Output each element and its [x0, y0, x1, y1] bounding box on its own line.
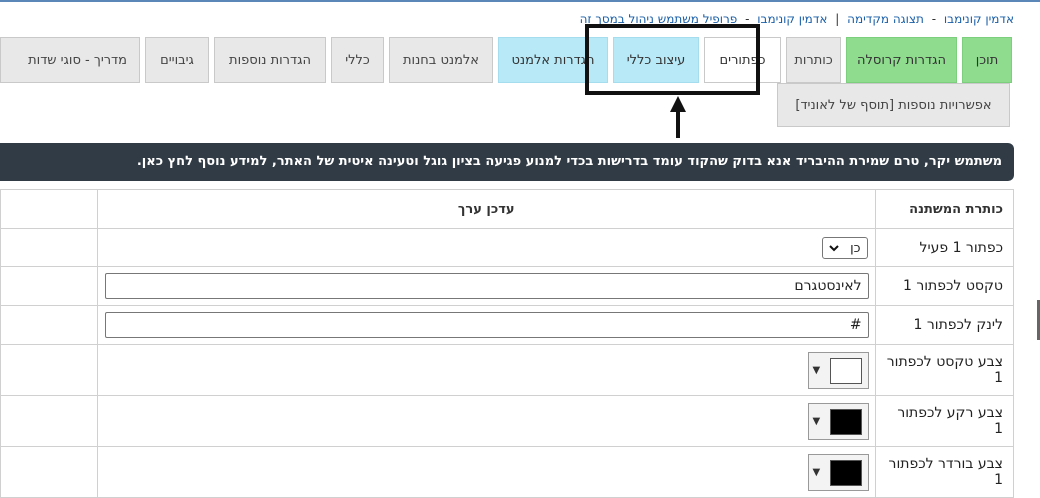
- row-value-cell: כן: [96, 228, 876, 267]
- color-swatch: [829, 459, 862, 486]
- settings-table: כותרת המשתנה עדכן ערך כפתור 1 פעיל כן טק…: [0, 189, 1015, 498]
- dropdown-arrow-icon: ▼: [812, 467, 821, 478]
- tab-label: הגדרות נוספות: [229, 52, 311, 68]
- tab-titles[interactable]: כותרות: [786, 37, 841, 83]
- color-swatch: [829, 408, 862, 435]
- tab-label: הגדרות קרוסלה: [857, 52, 946, 68]
- highlight-annotation-box: [585, 24, 760, 95]
- row-extra-cell: [0, 305, 98, 345]
- tab-label: מדריך - סוגי שדות: [28, 52, 127, 68]
- breadcrumb-link-preview[interactable]: תצוגה מקדימה: [847, 12, 924, 26]
- border-color-picker[interactable]: ▼: [807, 454, 869, 491]
- breadcrumb-separator: |: [835, 12, 840, 26]
- breadcrumb-link-admin-2[interactable]: אדמין קונימבו: [757, 12, 827, 26]
- row-value-cell: ▼: [96, 344, 876, 396]
- table-row: כפתור 1 פעיל כן: [0, 228, 1015, 267]
- tab-label: גיבויים: [160, 52, 194, 68]
- column-header-value: עדכן ערך: [96, 189, 876, 229]
- row-label: טקסט לכפתור 1: [874, 266, 1015, 306]
- top-border: [0, 0, 1040, 2]
- arrow-up-annotation-icon: [670, 96, 686, 138]
- column-header-variable: כותרת המשתנה: [874, 189, 1015, 229]
- tab-label: תוכן: [975, 52, 999, 68]
- tab-backups[interactable]: גיבויים: [145, 37, 209, 83]
- active-select[interactable]: כן: [821, 237, 868, 259]
- tab-additional-settings[interactable]: הגדרות נוספות: [214, 37, 326, 83]
- tab-general[interactable]: כללי: [331, 37, 384, 83]
- row-value-cell: #: [96, 305, 876, 345]
- tab-carousel-settings[interactable]: הגדרות קרוסלה: [846, 37, 957, 83]
- breadcrumb-separator: -: [931, 12, 937, 26]
- row-label: צבע רקע לכפתור 1: [874, 395, 1015, 447]
- row-extra-cell: [0, 266, 98, 306]
- button-link-input[interactable]: #: [104, 312, 869, 338]
- background-color-picker[interactable]: ▼: [807, 403, 869, 440]
- row-value-cell: ▼: [96, 395, 876, 447]
- button-text-input[interactable]: לאינסטגרם: [104, 273, 869, 299]
- table-row: טקסט לכפתור 1 לאינסטגרם: [0, 266, 1015, 306]
- tab-label: הגדרות אלמנט: [511, 52, 595, 68]
- tab-field-types-guide[interactable]: מדריך - סוגי שדות: [0, 37, 140, 83]
- chevron-down-icon: [828, 245, 839, 252]
- row-value-cell: לאינסטגרם: [96, 266, 876, 306]
- tab-extra-options[interactable]: אפשרויות נוספות [תוסף של לאוניד]: [777, 83, 1010, 127]
- text-color-picker[interactable]: ▼: [807, 352, 869, 389]
- tab-label: אלמנט בחנות: [403, 52, 479, 68]
- table-header-row: כותרת המשתנה עדכן ערך: [0, 189, 1015, 229]
- select-value: כן: [850, 240, 861, 256]
- row-label: צבע טקסט לכפתור 1: [874, 344, 1015, 396]
- table-row: צבע רקע לכפתור 1 ▼: [0, 395, 1015, 447]
- row-extra-cell: [0, 395, 98, 447]
- tab-label: אפשרויות נוספות [תוסף של לאוניד]: [795, 97, 992, 113]
- row-extra-cell: [0, 446, 98, 498]
- row-label: צבע בורדר לכפתור 1: [874, 446, 1015, 498]
- notice-text: משתמש יקר, טרם שמירת ההיבריד אנא בדוק שה…: [192, 154, 1003, 169]
- column-header-extra: [0, 189, 98, 229]
- row-label: כפתור 1 פעיל: [874, 228, 1015, 267]
- seo-notice-banner: משתמש יקר, טרם שמירת ההיבריד אנא בדוק שה…: [0, 143, 1014, 181]
- tab-label: כללי: [345, 52, 370, 68]
- row-extra-cell: [0, 228, 98, 267]
- tab-label: כותרות: [794, 52, 833, 68]
- dropdown-arrow-icon: ▼: [812, 416, 821, 427]
- dropdown-arrow-icon: ▼: [812, 365, 821, 376]
- tab-content[interactable]: תוכן: [962, 37, 1012, 83]
- notice-link[interactable]: לחץ כאן.: [137, 154, 193, 169]
- table-row: לינק לכפתור 1 #: [0, 305, 1015, 345]
- row-extra-cell: [0, 344, 98, 396]
- color-swatch: [829, 357, 862, 384]
- breadcrumb-link-admin[interactable]: אדמין קונימבו: [944, 12, 1014, 26]
- row-label: לינק לכפתור 1: [874, 305, 1015, 345]
- tab-bar: תוכן הגדרות קרוסלה כותרות כפתורים עיצוב …: [0, 37, 1012, 83]
- tab-store-element[interactable]: אלמנט בחנות: [389, 37, 493, 83]
- table-row: צבע בורדר לכפתור 1 ▼: [0, 446, 1015, 498]
- table-row: צבע טקסט לכפתור 1 ▼: [0, 344, 1015, 396]
- row-value-cell: ▼: [96, 446, 876, 498]
